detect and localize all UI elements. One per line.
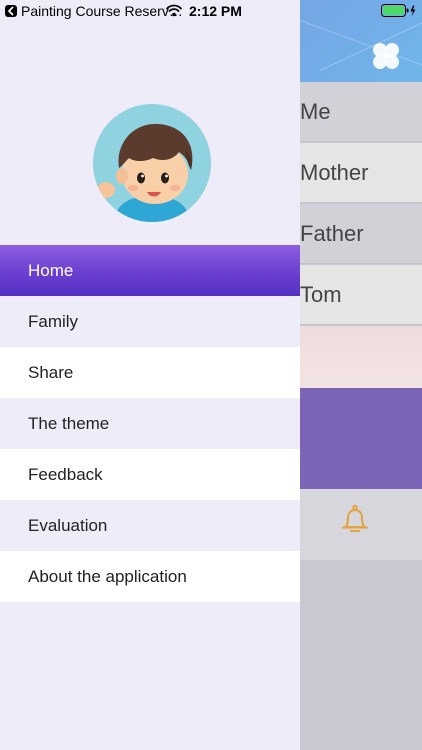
header-decoration bbox=[299, 20, 422, 69]
wifi-icon bbox=[166, 4, 182, 17]
member-label: Me bbox=[300, 98, 331, 124]
member-label: Tom bbox=[300, 281, 342, 307]
status-time: 2:12 PM bbox=[189, 3, 242, 19]
menu-item-evaluation[interactable]: Evaluation bbox=[0, 500, 300, 551]
menu-item-label: Evaluation bbox=[28, 515, 108, 535]
menu-item-label: Share bbox=[28, 362, 74, 382]
menu-item-label: Family bbox=[28, 311, 79, 331]
side-drawer: Home Family Share The theme Feedback Eva… bbox=[0, 0, 300, 750]
member-label: Father bbox=[300, 220, 364, 246]
screen: Me Mother Father Tom Home Family Share T… bbox=[0, 0, 422, 750]
menu-item-label: About the application bbox=[28, 566, 187, 586]
bell-icon[interactable] bbox=[338, 503, 372, 537]
drawer-menu: Home Family Share The theme Feedback Eva… bbox=[0, 245, 300, 602]
back-to-app-icon[interactable] bbox=[5, 5, 17, 17]
menu-item-label: Home bbox=[28, 260, 74, 280]
battery-icon bbox=[381, 4, 416, 17]
menu-item-label: Feedback bbox=[28, 464, 103, 484]
avatar[interactable] bbox=[93, 104, 211, 222]
menu-item-about[interactable]: About the application bbox=[0, 551, 300, 602]
menu-item-family[interactable]: Family bbox=[0, 296, 300, 347]
back-to-app-label[interactable]: Painting Course Reserv… bbox=[21, 3, 183, 19]
menu-item-share[interactable]: Share bbox=[0, 347, 300, 398]
menu-item-feedback[interactable]: Feedback bbox=[0, 449, 300, 500]
menu-item-theme[interactable]: The theme bbox=[0, 398, 300, 449]
clover-icon[interactable] bbox=[370, 40, 402, 72]
menu-item-home[interactable]: Home bbox=[0, 245, 300, 296]
member-label: Mother bbox=[300, 159, 369, 185]
menu-item-label: The theme bbox=[28, 413, 110, 433]
avatar-illustration bbox=[93, 104, 211, 222]
status-bar: Painting Course Reserv… 2:12 PM bbox=[0, 0, 422, 22]
